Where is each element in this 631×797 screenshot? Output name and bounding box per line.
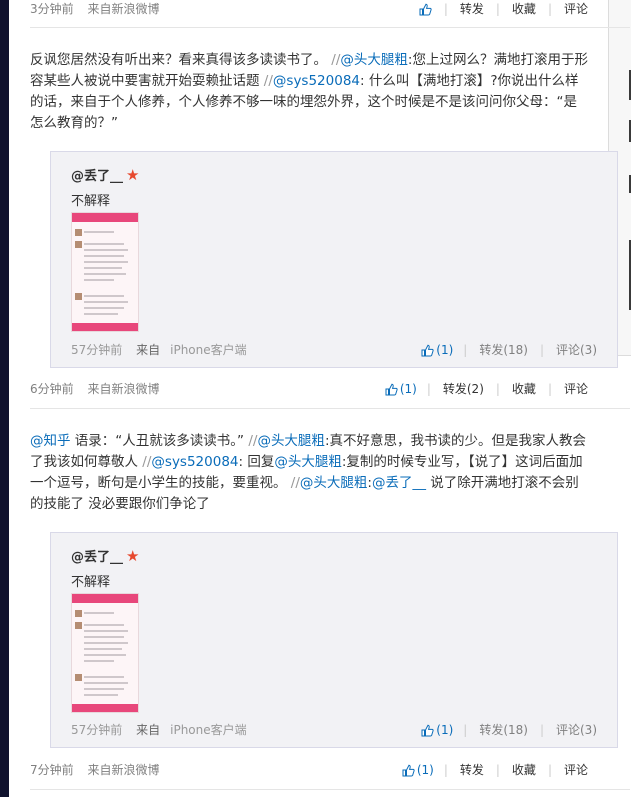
repost-repost-link[interactable]: 转发(18) bbox=[479, 721, 528, 739]
post-source[interactable]: 来自新浪微博 bbox=[87, 763, 159, 777]
like-button[interactable]: (1) bbox=[385, 380, 417, 398]
post-source[interactable]: 来自新浪微博 bbox=[87, 2, 159, 16]
repost-like-count: (1) bbox=[436, 343, 454, 357]
post-time[interactable]: 6分钟前 bbox=[30, 382, 74, 396]
repost-image[interactable] bbox=[71, 212, 139, 332]
repost-time[interactable]: 57分钟前 bbox=[71, 723, 122, 737]
repost-text: 不解释 bbox=[71, 575, 111, 590]
post-source[interactable]: 来自新浪微博 bbox=[87, 382, 159, 396]
post-body: 反讽您居然没有听出来？看来真得该多读读书了。 //@头大腿粗:您上过网么？满地打… bbox=[30, 50, 590, 134]
mention-link[interactable]: @头大腿粗 bbox=[274, 454, 342, 470]
left-edge-bar bbox=[0, 0, 9, 797]
thumbnail-header bbox=[72, 213, 138, 222]
favorite-button[interactable]: 收藏 bbox=[512, 0, 536, 18]
comment-button[interactable]: 评论 bbox=[564, 0, 588, 18]
star-icon: ★ bbox=[126, 546, 140, 565]
thumbnail-header bbox=[72, 594, 138, 603]
thumbs-up-icon bbox=[419, 3, 432, 16]
thumbs-up-icon bbox=[421, 724, 434, 737]
repost-meta: 57分钟前 来自 iPhone客户端 (1) | 转发(18) | 评论(3) bbox=[71, 721, 597, 739]
post-meta: 6分钟前 来自新浪微博 (1) | 转发(2) | 收藏 | 评论 bbox=[30, 380, 588, 398]
repost-like-button[interactable]: (1) bbox=[421, 341, 453, 359]
repost-source[interactable]: iPhone客户端 bbox=[170, 723, 247, 737]
repost-card: @丢了__ ★ 不解释 57分钟前 来自 iPhone客户端 (1) | 转发(… bbox=[50, 151, 618, 368]
thumbnail-footer bbox=[72, 704, 138, 712]
post-text-segment: : 回复 bbox=[238, 454, 275, 470]
star-icon: ★ bbox=[126, 165, 140, 184]
repost-meta: 57分钟前 来自 iPhone客户端 (1) | 转发(18) | 评论(3) bbox=[71, 341, 597, 359]
repost-button[interactable]: 转发 bbox=[460, 761, 484, 779]
thumbnail-footer bbox=[72, 323, 138, 331]
post-text-segment: 语录：“人丑就该多读读书。” bbox=[70, 433, 249, 449]
thumbs-up-icon bbox=[421, 344, 434, 357]
repost-like-button[interactable]: (1) bbox=[421, 721, 453, 739]
comment-button[interactable]: 评论 bbox=[564, 761, 588, 779]
post-text-segment: 反讽您居然没有听出来？看来真得该多读读书了。 bbox=[30, 52, 332, 68]
repost-button[interactable]: 转发(2) bbox=[443, 380, 484, 398]
mention-link[interactable]: @知乎 bbox=[30, 433, 71, 449]
post-divider bbox=[30, 27, 630, 28]
post-body: @知乎 语录：“人丑就该多读读书。” //@头大腿粗:真不好意思，我书读的少。但… bbox=[30, 431, 590, 515]
like-button[interactable] bbox=[419, 3, 434, 16]
repost-repost-link[interactable]: 转发(18) bbox=[479, 341, 528, 359]
post-divider bbox=[30, 789, 630, 790]
mention-link[interactable]: @头大腿粗 bbox=[300, 475, 368, 491]
repost-author[interactable]: @丢了__ bbox=[71, 165, 123, 184]
post-time[interactable]: 7分钟前 bbox=[30, 763, 74, 777]
mention-link[interactable]: @头大腿粗 bbox=[257, 433, 325, 449]
repost-card: @丢了__ ★ 不解释 57分钟前 来自 iPhone客户端 (1) | 转发(… bbox=[50, 532, 618, 748]
repost-button[interactable]: 转发 bbox=[460, 0, 484, 18]
repost-source[interactable]: iPhone客户端 bbox=[170, 343, 247, 357]
like-count: (1) bbox=[416, 763, 434, 777]
repost-separator: // bbox=[290, 475, 300, 491]
mention-link[interactable]: @头大腿粗 bbox=[340, 52, 408, 68]
favorite-button[interactable]: 收藏 bbox=[512, 761, 536, 779]
repost-author[interactable]: @丢了__ bbox=[71, 546, 123, 565]
like-count: (1) bbox=[399, 382, 417, 396]
comment-button[interactable]: 评论 bbox=[564, 380, 588, 398]
repost-text: 不解释 bbox=[71, 194, 111, 209]
thumbs-up-icon bbox=[402, 764, 415, 777]
post-meta-top: 3分钟前 来自新浪微博 | 转发 | 收藏 | 评论 bbox=[30, 0, 588, 18]
like-button[interactable]: (1) bbox=[402, 761, 434, 779]
repost-image[interactable] bbox=[71, 593, 139, 713]
post-divider bbox=[30, 408, 630, 409]
thumbs-up-icon bbox=[385, 383, 398, 396]
favorite-button[interactable]: 收藏 bbox=[512, 380, 536, 398]
mention-link[interactable]: @sys520084 bbox=[151, 454, 238, 470]
repost-like-count: (1) bbox=[436, 723, 454, 737]
repost-comment-link[interactable]: 评论(3) bbox=[556, 721, 597, 739]
mention-link[interactable]: @丢了__ bbox=[372, 475, 426, 491]
post-time[interactable]: 3分钟前 bbox=[30, 2, 74, 16]
mention-link[interactable]: @sys520084 bbox=[273, 73, 360, 89]
repost-comment-link[interactable]: 评论(3) bbox=[556, 341, 597, 359]
post-meta: 7分钟前 来自新浪微博 (1) | 转发 | 收藏 | 评论 bbox=[30, 761, 588, 779]
repost-time[interactable]: 57分钟前 bbox=[71, 343, 122, 357]
repost-separator: // bbox=[263, 73, 273, 89]
